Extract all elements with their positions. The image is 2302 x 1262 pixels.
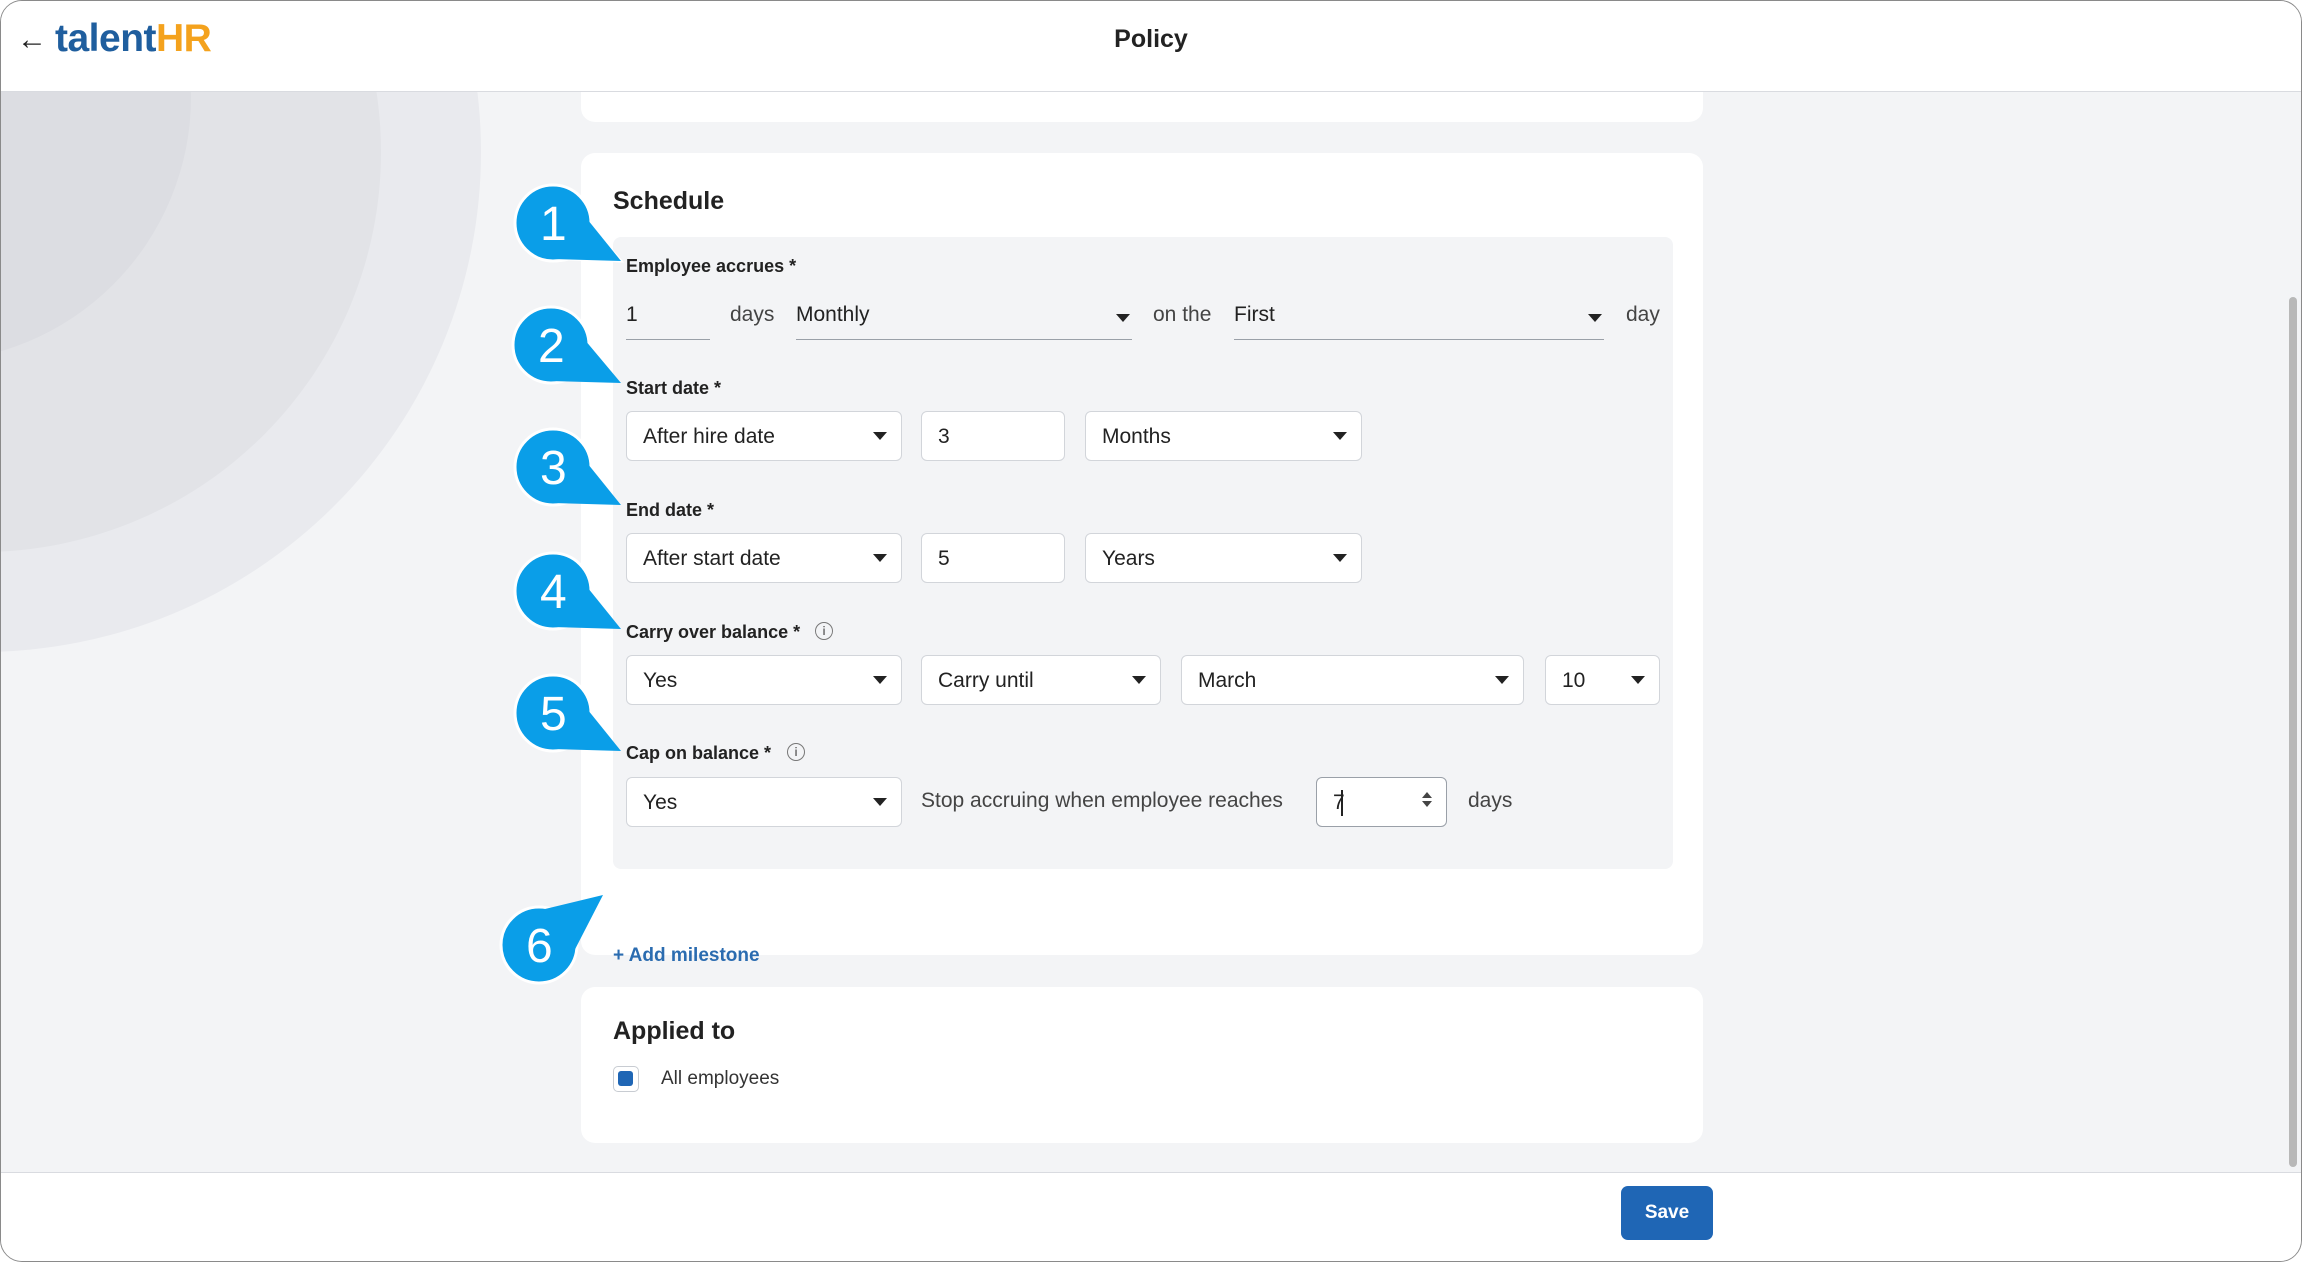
carry-over-day-value: 10 — [1562, 669, 1586, 692]
accrual-day-value: First — [1234, 303, 1275, 326]
info-icon[interactable]: i — [815, 622, 833, 640]
callout-number: 1 — [540, 198, 567, 251]
carry-over-day-select[interactable]: 10 — [1545, 655, 1660, 705]
end-date-basis-select[interactable]: After start date — [626, 533, 902, 583]
text-cursor — [1341, 790, 1343, 816]
all-employees-label: All employees — [661, 1068, 780, 1089]
callout-number: 4 — [540, 566, 567, 619]
main-content[interactable]: Schedule Employee accrues * 1 days Month… — [1, 92, 2301, 1173]
checkbox-check-icon — [618, 1071, 633, 1086]
start-date-basis-select[interactable]: After hire date — [626, 411, 902, 461]
caret-down-icon — [1333, 432, 1347, 440]
callout-number: 3 — [540, 442, 567, 495]
day-suffix-text: day — [1626, 303, 1660, 326]
callout-marker-6: 6 — [499, 891, 639, 996]
caret-down-icon — [873, 432, 887, 440]
accrual-day-select[interactable]: First — [1234, 295, 1604, 340]
all-employees-checkbox[interactable] — [613, 1066, 639, 1092]
carry-over-mode-select[interactable]: Carry until — [921, 655, 1161, 705]
previous-section-card — [581, 92, 1703, 122]
caret-down-icon — [1333, 554, 1347, 562]
callout-bubble — [511, 305, 621, 385]
accrual-frequency-select[interactable]: Monthly — [796, 295, 1132, 340]
end-date-basis-value: After start date — [643, 547, 781, 570]
caret-down-icon — [1588, 314, 1602, 322]
caret-down-icon — [873, 676, 887, 684]
callout-marker-4: 4 — [513, 549, 663, 644]
end-date-amount-input[interactable]: 5 — [921, 533, 1065, 583]
scrollbar-thumb[interactable] — [2289, 297, 2297, 1167]
caret-down-icon — [873, 554, 887, 562]
callout-marker-2: 2 — [511, 303, 661, 398]
caret-down-icon — [1495, 676, 1509, 684]
save-button[interactable]: Save — [1621, 1186, 1713, 1240]
accrual-frequency-value: Monthly — [796, 303, 870, 326]
spinner-arrows-icon[interactable] — [1422, 792, 1432, 807]
start-date-unit-value: Months — [1102, 425, 1171, 448]
callout-bubble — [499, 895, 603, 985]
cap-days-stepper[interactable]: 7 — [1316, 777, 1447, 827]
cap-on-balance-select[interactable]: Yes — [626, 777, 902, 827]
on-the-text: on the — [1153, 303, 1212, 326]
start-date-amount-value: 3 — [938, 425, 950, 448]
callout-number: 6 — [526, 920, 553, 973]
applied-to-card: Applied to All employees — [581, 987, 1703, 1143]
callout-bubble — [513, 183, 625, 263]
start-date-unit-select[interactable]: Months — [1085, 411, 1362, 461]
caret-down-icon — [1116, 314, 1130, 322]
info-icon[interactable]: i — [787, 743, 805, 761]
callout-number: 5 — [540, 688, 567, 741]
schedule-card: Schedule Employee accrues * 1 days Month… — [581, 153, 1703, 966]
end-date-unit-value: Years — [1102, 547, 1155, 570]
carry-over-month-value: March — [1198, 669, 1257, 692]
cap-on-balance-value: Yes — [643, 791, 678, 814]
app-window: ← talentHR Policy Schedule Employee accr… — [0, 0, 2302, 1262]
caret-down-icon — [1132, 676, 1146, 684]
cap-days-suffix: days — [1468, 789, 1513, 812]
cap-description-text: Stop accruing when employee reaches — [921, 789, 1283, 812]
callout-number: 2 — [538, 320, 565, 373]
carry-over-month-select[interactable]: March — [1181, 655, 1524, 705]
page-title: Policy — [1114, 25, 1188, 53]
scrollbar[interactable] — [2283, 92, 2301, 1173]
top-bar: ← talentHR Policy — [1, 1, 2301, 92]
callout-bubble — [513, 673, 621, 753]
carry-over-mode-value: Carry until — [938, 669, 1034, 692]
schedule-fields-panel: Employee accrues * 1 days Monthly on the… — [613, 237, 1673, 869]
callout-marker-5: 5 — [513, 671, 663, 766]
applied-to-heading: Applied to — [613, 1017, 736, 1045]
callout-marker-1: 1 — [513, 181, 663, 276]
caret-down-icon — [1631, 676, 1645, 684]
callout-bubble — [513, 551, 621, 631]
caret-down-icon — [873, 798, 887, 806]
footer-bar: Save — [1, 1172, 2301, 1261]
callout-bubble — [513, 427, 621, 507]
carry-over-select[interactable]: Yes — [626, 655, 902, 705]
start-date-amount-input[interactable]: 3 — [921, 411, 1065, 461]
callout-marker-3: 3 — [513, 425, 663, 520]
end-date-amount-value: 5 — [938, 547, 950, 570]
end-date-unit-select[interactable]: Years — [1085, 533, 1362, 583]
accrual-unit-text: days — [730, 303, 775, 326]
